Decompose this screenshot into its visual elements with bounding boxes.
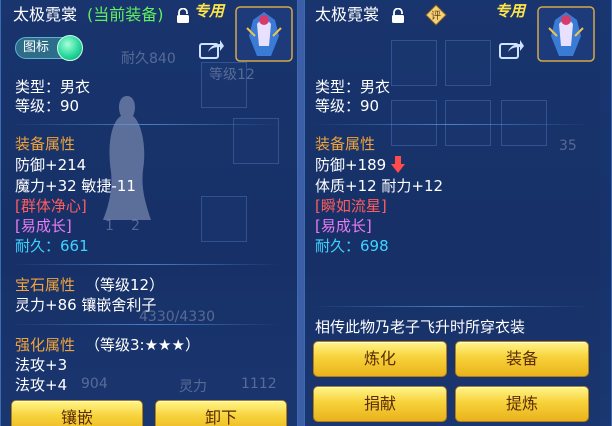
exclusive-tag: 专用 (495, 2, 526, 20)
equipped-status: (当前装备) (87, 5, 164, 24)
bg-slot (445, 100, 491, 146)
enhance-line: 法攻+3 (15, 356, 68, 374)
level-line: 等级：90 (315, 97, 380, 115)
inlay-button[interactable]: 镶嵌 (11, 400, 143, 426)
level-line: 等级：90 (15, 97, 80, 115)
compared-item-tooltip: 35 太极霓裳 评 专用 类型：男衣 等级：90 装备属性 防御+189 体质+… (304, 0, 612, 426)
toggle-knob (57, 35, 83, 61)
bg-slot (201, 196, 247, 242)
appraise-icon[interactable]: 评 (425, 4, 447, 30)
icon-display-toggle[interactable]: 图标 (15, 35, 83, 61)
unload-button[interactable]: 卸下 (155, 400, 287, 426)
bg-ghost-text: 35 (559, 138, 577, 154)
growth-tag: [易成长] (315, 217, 372, 235)
divider (311, 306, 591, 307)
share-icon[interactable] (199, 38, 225, 64)
attr-line: 魔力+32 敏捷-11 (15, 177, 136, 195)
share-icon[interactable] (499, 38, 525, 64)
bg-slot (445, 40, 491, 86)
lock-icon[interactable] (391, 7, 405, 28)
enhance-level: （等级3:★★★） (85, 336, 200, 354)
gem-attr-header: 宝石属性 (15, 276, 76, 294)
special-skill: [群体净心] (15, 197, 87, 215)
item-lore: 相传此物乃老子飞升时所穿衣装 (315, 318, 526, 336)
item-portrait-icon (537, 6, 595, 66)
divider (311, 124, 591, 125)
extract-button[interactable]: 提炼 (455, 386, 589, 422)
growth-tag: [易成长] (15, 217, 72, 235)
type-line: 类型：男衣 (315, 78, 391, 96)
equip-attr-header: 装备属性 (315, 135, 376, 153)
decrease-arrow-icon (391, 156, 405, 178)
exclusive-tag: 专用 (194, 2, 225, 20)
divider (11, 124, 281, 125)
enhance-attr-header: 强化属性 (15, 336, 76, 354)
bg-slot (391, 100, 437, 146)
bg-ghost-text: 1112 (241, 376, 277, 392)
attr-line: 防御+189 (315, 156, 387, 174)
toggle-label: 图标 (23, 40, 50, 55)
item-portrait-icon (235, 6, 293, 66)
durability: 耐久：698 (315, 237, 389, 255)
bg-ghost-text: 等级12 (209, 67, 255, 83)
equipped-item-tooltip: 耐久840 等级12 4330/4330 904 灵力 1112 1 2 太极霓… (0, 0, 298, 426)
durability: 耐久：661 (15, 237, 89, 255)
donate-button[interactable]: 捐献 (313, 386, 447, 422)
lock-icon[interactable] (176, 7, 190, 28)
svg-text:评: 评 (431, 10, 441, 22)
gem-line: 灵力+86 镶嵌舍利子 (15, 296, 157, 314)
bg-slot (501, 100, 547, 146)
divider (11, 324, 281, 325)
bg-slot (391, 40, 437, 86)
bg-ghost-text: 904 (81, 376, 108, 392)
item-name: 太极霓裳 (315, 5, 380, 24)
gem-level: （等级12） (85, 276, 165, 294)
enhance-line: 法攻+4 (15, 376, 68, 394)
attr-line: 防御+214 (15, 156, 87, 174)
bg-ghost-text: 耐久840 (121, 51, 176, 67)
bg-ghost-text: 灵力 (179, 379, 207, 395)
type-line: 类型：男衣 (15, 78, 91, 96)
refine-button[interactable]: 炼化 (313, 341, 447, 377)
character-silhouette (103, 96, 151, 220)
divider (11, 264, 281, 265)
equip-button[interactable]: 装备 (455, 341, 589, 377)
equip-attr-header: 装备属性 (15, 135, 76, 153)
attr-line: 体质+12 耐力+12 (315, 177, 444, 195)
special-skill: [瞬如流星] (315, 197, 387, 215)
item-name: 太极霓裳 (13, 5, 78, 24)
